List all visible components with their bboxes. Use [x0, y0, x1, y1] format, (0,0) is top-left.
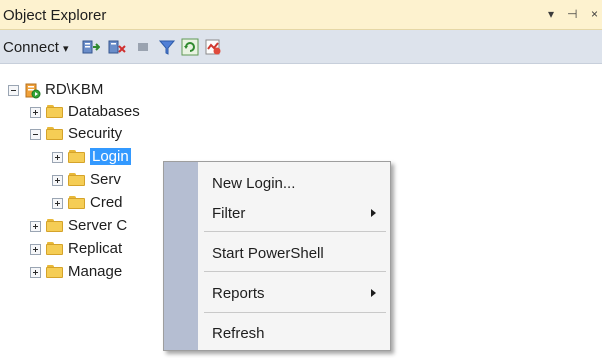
folder-icon	[68, 150, 85, 164]
server-objects-label: Server C	[68, 217, 128, 234]
connect-button[interactable]: Connect ▾	[3, 39, 69, 56]
window-title: Object Explorer	[3, 7, 107, 24]
server-roles-label: Serv	[90, 171, 121, 188]
menu-item-label: Refresh	[212, 325, 265, 342]
folder-icon	[46, 265, 63, 279]
connect-label: Connect	[3, 39, 59, 56]
window-position-dropdown-icon[interactable]: ▾	[548, 7, 554, 21]
server-icon	[25, 83, 41, 99]
disconnect-icon[interactable]	[108, 38, 126, 56]
menu-item-label: New Login...	[212, 175, 296, 192]
expand-icon[interactable]	[30, 107, 41, 118]
expand-icon[interactable]	[52, 198, 63, 209]
connect-object-explorer-icon[interactable]	[82, 38, 100, 56]
collapse-icon[interactable]	[30, 129, 41, 140]
folder-icon	[46, 105, 63, 119]
menu-separator	[204, 312, 386, 313]
management-label: Manage	[68, 263, 123, 280]
filter-icon[interactable]	[158, 38, 176, 56]
object-explorer-toolbar: Connect ▾	[0, 30, 602, 64]
submenu-arrow-icon	[371, 209, 376, 217]
folder-icon	[46, 127, 63, 141]
chevron-down-icon: ▾	[63, 43, 69, 55]
menu-separator	[204, 231, 386, 232]
menu-item-reports[interactable]: Reports	[198, 279, 390, 307]
menu-item-label: Filter	[212, 205, 246, 222]
menu-item-filter[interactable]: Filter	[198, 199, 390, 227]
expand-icon[interactable]	[52, 175, 63, 186]
activity-monitor-icon[interactable]	[204, 38, 222, 56]
credentials-label: Cred	[90, 194, 123, 211]
submenu-arrow-icon	[371, 289, 376, 297]
object-explorer-titlebar: Object Explorer ▾ ⊣ ×	[0, 0, 602, 30]
server-label: RD\KBM	[45, 81, 104, 98]
folder-icon	[68, 196, 85, 210]
replication-label: Replicat	[68, 240, 123, 257]
menu-separator	[204, 271, 386, 272]
folder-icon	[68, 173, 85, 187]
close-icon[interactable]: ×	[591, 7, 598, 21]
expand-icon[interactable]	[30, 267, 41, 278]
menu-icon-gutter	[164, 162, 198, 350]
security-label: Security	[68, 125, 123, 142]
logins-label: Login	[90, 148, 131, 165]
refresh-icon[interactable]	[181, 38, 199, 56]
menu-item-label: Start PowerShell	[212, 245, 324, 262]
folder-icon	[46, 219, 63, 233]
stop-icon[interactable]	[134, 38, 152, 56]
expand-icon[interactable]	[30, 244, 41, 255]
context-menu: New Login... Filter Start PowerShell Rep…	[163, 161, 391, 351]
menu-item-refresh[interactable]: Refresh	[198, 319, 390, 347]
menu-item-start-powershell[interactable]: Start PowerShell	[198, 239, 390, 267]
menu-item-new-login[interactable]: New Login...	[198, 169, 390, 197]
expand-icon[interactable]	[30, 221, 41, 232]
menu-item-label: Reports	[212, 285, 265, 302]
collapse-icon[interactable]	[8, 85, 19, 96]
expand-icon[interactable]	[52, 152, 63, 163]
databases-label: Databases	[68, 103, 140, 120]
auto-hide-pin-icon[interactable]: ⊣	[567, 7, 577, 21]
folder-icon	[46, 242, 63, 256]
